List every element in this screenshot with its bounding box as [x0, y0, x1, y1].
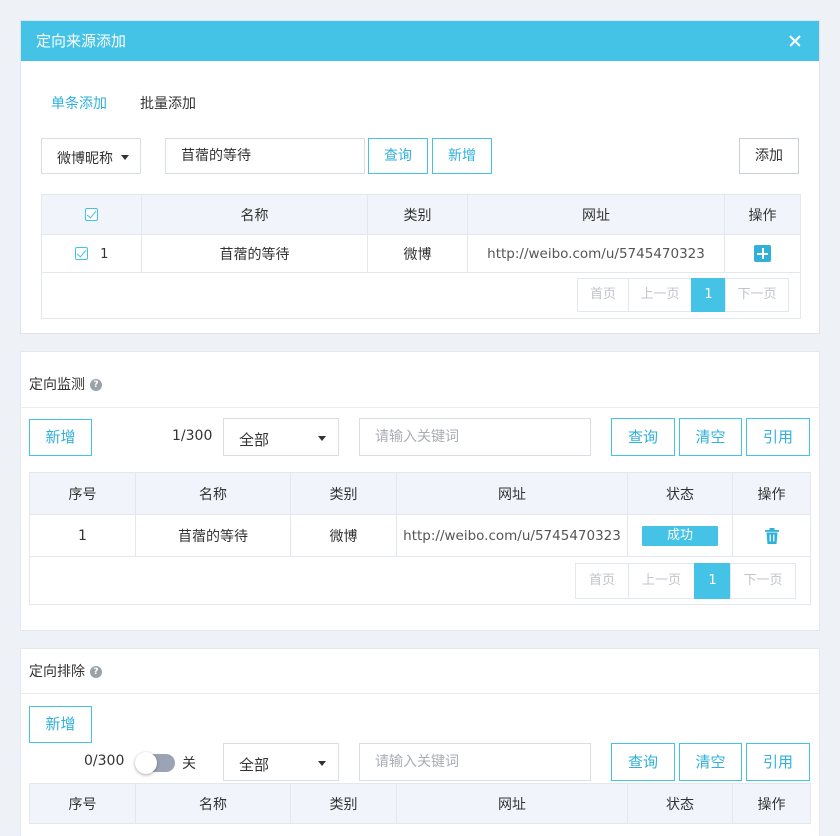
- col-action: 操作: [724, 194, 801, 235]
- col-action: 操作: [732, 472, 811, 515]
- help-icon[interactable]: ?: [90, 379, 102, 391]
- exclude-title: 定向排除?: [29, 663, 102, 681]
- row-index: 1: [100, 246, 109, 262]
- table-header-row: 序号 名称 类别 网址 状态 操作: [29, 783, 811, 824]
- exclude-clear-button[interactable]: 清空: [679, 743, 742, 781]
- col-status: 状态: [627, 472, 733, 515]
- pager-next[interactable]: 下一页: [730, 563, 796, 599]
- pager-first[interactable]: 首页: [577, 278, 629, 312]
- monitor-count: 1/300: [172, 428, 213, 444]
- close-icon[interactable]: [785, 31, 805, 51]
- col-url: 网址: [396, 783, 628, 824]
- col-name: 名称: [141, 194, 368, 235]
- table-row: 1 苜蓿的等待 微博 http://weibo.com/u/5745470323…: [29, 514, 811, 557]
- exclude-toggle[interactable]: [135, 752, 175, 774]
- pager-current[interactable]: 1: [694, 563, 731, 599]
- table-header-row: 序号 名称 类别 网址 状态 操作: [29, 472, 811, 515]
- status-badge: 成功: [642, 525, 718, 546]
- col-url: 网址: [467, 194, 725, 235]
- col-name: 名称: [135, 472, 291, 515]
- dialog-title: 定向来源添加: [36, 32, 127, 50]
- monitor-filter-select[interactable]: 全部: [223, 418, 339, 456]
- query-button[interactable]: 查询: [368, 138, 428, 174]
- exclude-filter-value: 全部: [239, 756, 270, 774]
- col-url: 网址: [396, 472, 628, 515]
- monitor-panel: 定向监测? 新增 1/300 全部 请输入关键词 查询 清空 引用 序号 名称 …: [20, 351, 820, 631]
- pagination: 首页 上一页 1 下一页: [577, 278, 789, 312]
- table-row: 1 苜蓿的等待 微博 http://weibo.com/u/5745470323: [41, 234, 801, 273]
- col-name: 名称: [135, 783, 291, 824]
- exclude-new-button[interactable]: 新增: [29, 706, 92, 743]
- table-header-row: 名称 类别 网址 操作: [41, 194, 801, 235]
- divider: [21, 693, 819, 694]
- col-index: 序号: [29, 472, 136, 515]
- pager-prev[interactable]: 上一页: [628, 563, 695, 599]
- exclude-count: 0/300: [84, 753, 125, 769]
- col-category: 类别: [367, 194, 468, 235]
- row-category: 微博: [290, 514, 397, 557]
- trash-icon[interactable]: [764, 527, 779, 544]
- monitor-query-button[interactable]: 查询: [611, 418, 675, 456]
- row-status-cell: 成功: [627, 514, 733, 557]
- select-all-checkbox[interactable]: [85, 208, 98, 221]
- exclude-filter-select[interactable]: 全部: [223, 743, 339, 781]
- dialog-header: 定向来源添加: [21, 21, 819, 61]
- exclude-query-button[interactable]: 查询: [611, 743, 675, 781]
- chevron-down-icon: [318, 761, 326, 766]
- monitor-title: 定向监测?: [29, 376, 102, 394]
- exclude-panel: 定向排除? 新增 0/300 关 全部 请输入关键词 查询 清空 引用 序号 名…: [20, 648, 820, 836]
- row-name: 苜蓿的等待: [135, 514, 291, 557]
- row-url: http://weibo.com/u/5745470323: [396, 514, 628, 557]
- col-index: 序号: [29, 783, 136, 824]
- new-button[interactable]: 新增: [432, 138, 492, 174]
- row-checkbox[interactable]: [74, 247, 88, 260]
- monitor-filter-value: 全部: [239, 431, 270, 449]
- exclude-keyword-input[interactable]: 请输入关键词: [359, 743, 591, 781]
- chevron-down-icon: [121, 155, 129, 160]
- pager-first[interactable]: 首页: [575, 563, 629, 599]
- monitor-pagination: 首页 上一页 1 下一页: [575, 563, 796, 599]
- tab-single-add[interactable]: 单条添加: [51, 95, 107, 113]
- divider: [21, 407, 819, 408]
- row-index: 1: [29, 514, 136, 557]
- toggle-label: 关: [182, 756, 196, 772]
- search-type-value: 微博昵称: [57, 151, 113, 167]
- col-category: 类别: [290, 472, 397, 515]
- row-category: 微博: [367, 234, 468, 273]
- col-category: 类别: [290, 783, 397, 824]
- pager-prev[interactable]: 上一页: [628, 278, 692, 312]
- row-select-cell: 1: [41, 234, 142, 273]
- monitor-keyword-input[interactable]: 请输入关键词: [359, 418, 591, 456]
- add-button[interactable]: 添加: [739, 138, 799, 174]
- row-action-cell: [732, 514, 811, 557]
- exclude-table: 序号 名称 类别 网址 状态 操作: [29, 783, 811, 824]
- plus-icon[interactable]: [754, 245, 771, 262]
- toggle-knob: [135, 752, 157, 774]
- col-action: 操作: [732, 783, 811, 824]
- tab-batch-add[interactable]: 批量添加: [140, 95, 196, 113]
- chevron-down-icon: [318, 436, 326, 441]
- monitor-new-button[interactable]: 新增: [29, 419, 92, 456]
- source-add-dialog: 定向来源添加 单条添加 批量添加 微博昵称 苜蓿的等待 查询 新增 添加 名称 …: [20, 20, 820, 334]
- exclude-quote-button[interactable]: 引用: [746, 743, 810, 781]
- help-icon[interactable]: ?: [90, 666, 102, 678]
- col-status: 状态: [627, 783, 733, 824]
- row-action-cell: [724, 234, 801, 273]
- monitor-quote-button[interactable]: 引用: [746, 418, 810, 456]
- pager-current[interactable]: 1: [691, 278, 726, 312]
- select-all-cell: [41, 194, 142, 235]
- monitor-clear-button[interactable]: 清空: [679, 418, 742, 456]
- pager-next[interactable]: 下一页: [725, 278, 789, 312]
- search-input[interactable]: 苜蓿的等待: [165, 138, 365, 174]
- row-url: http://weibo.com/u/5745470323: [467, 234, 725, 273]
- search-type-select[interactable]: 微博昵称: [41, 138, 141, 174]
- row-name: 苜蓿的等待: [141, 234, 368, 273]
